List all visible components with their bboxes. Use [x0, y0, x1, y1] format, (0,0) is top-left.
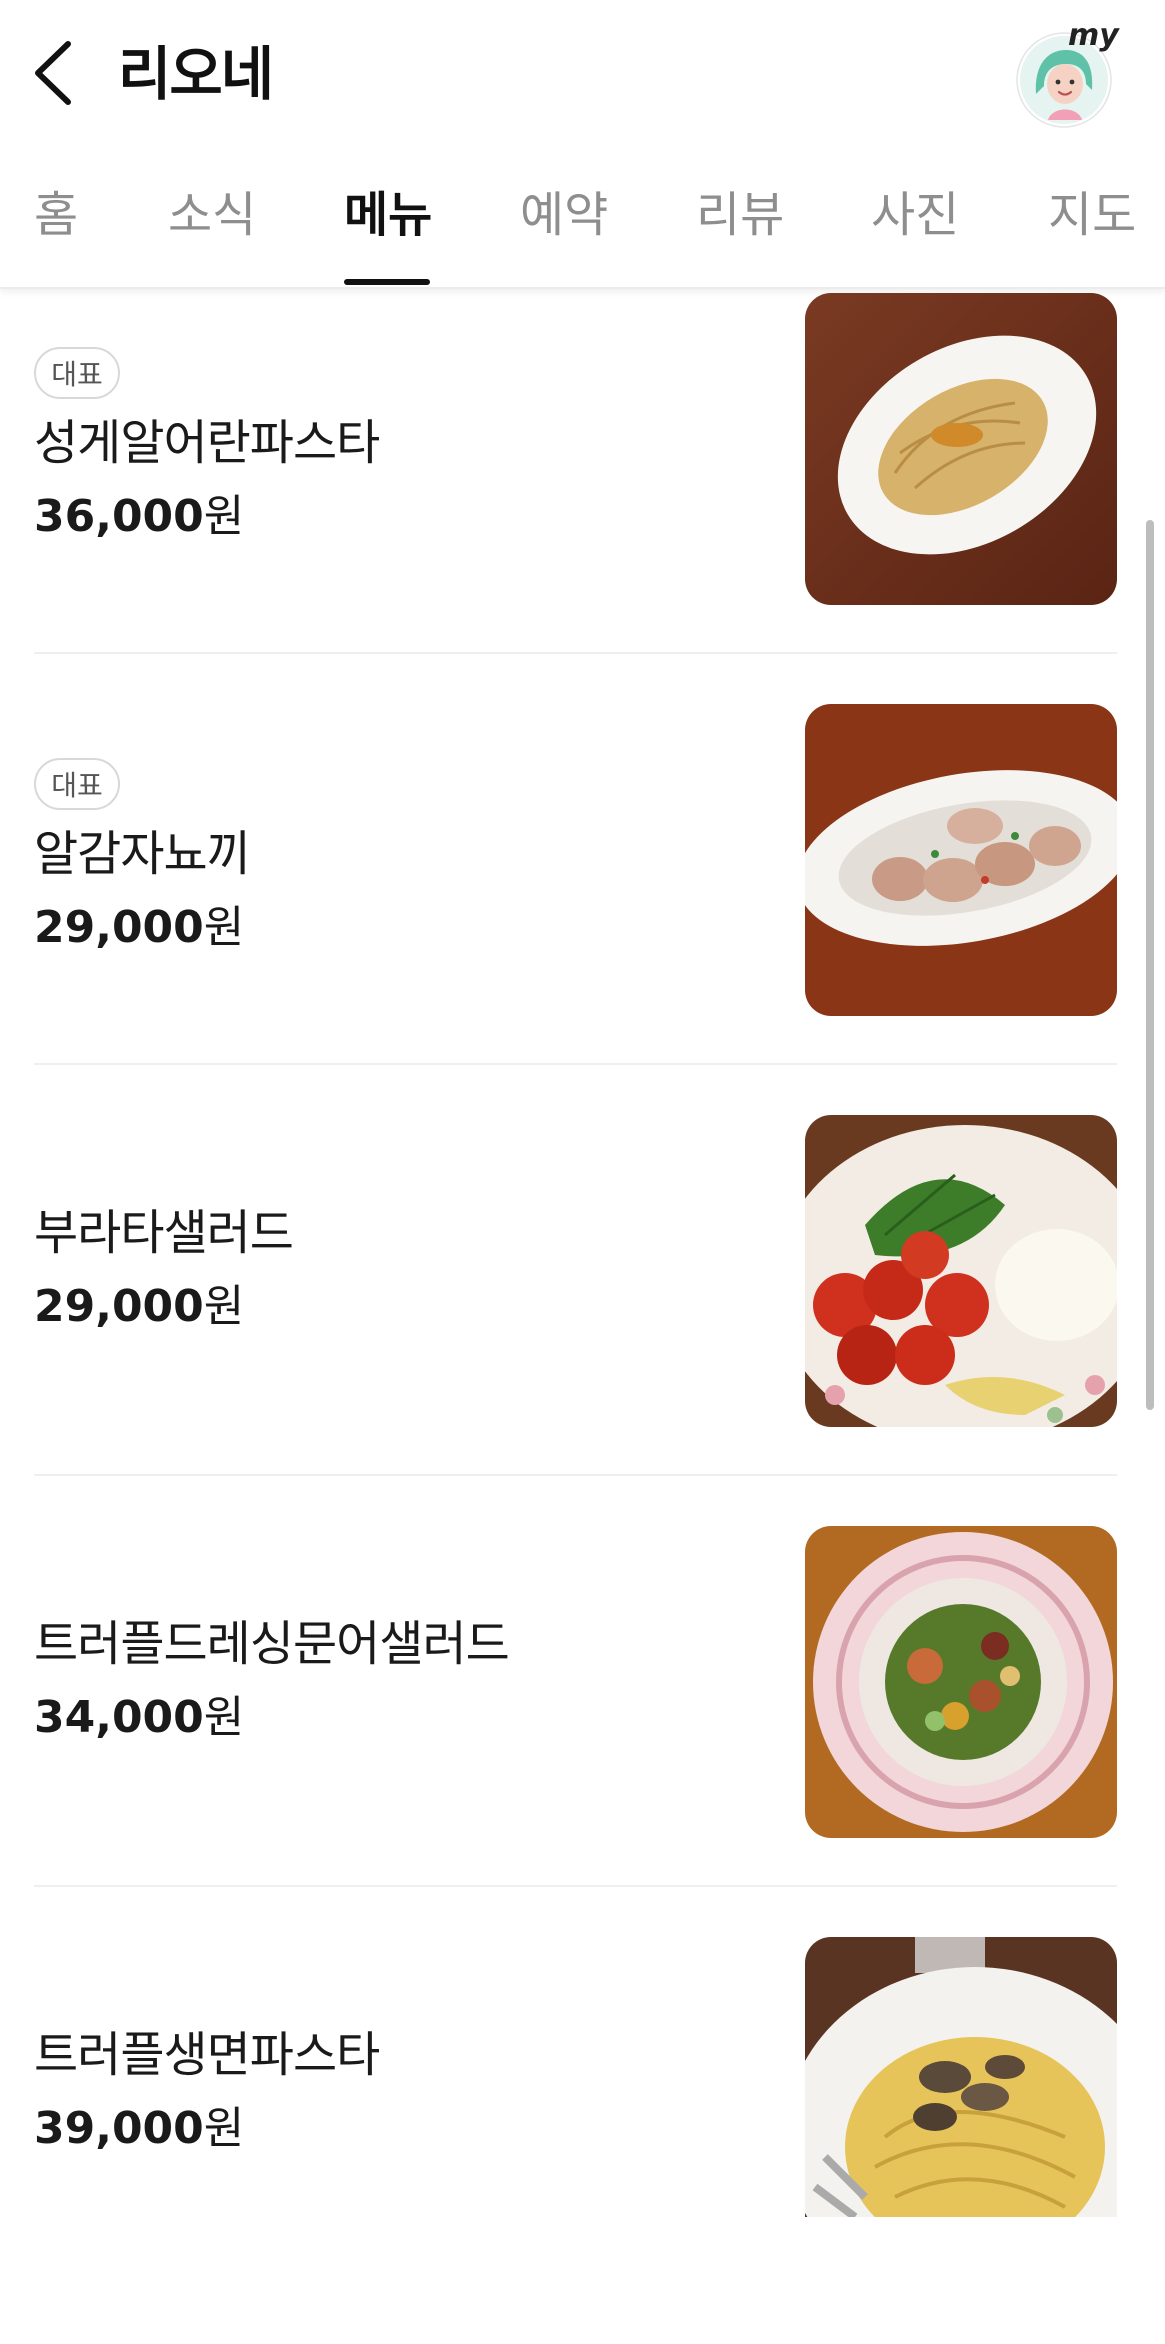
signature-badge: 대표 [34, 347, 120, 399]
my-profile-button[interactable]: my [1014, 18, 1119, 128]
menu-item-name: 트러플드레싱문어샐러드 [34, 1616, 510, 1672]
menu-item-price: 39,000원 [34, 2103, 245, 2154]
menu-item-photo[interactable] [805, 704, 1117, 1016]
menu-item-name: 알감자뇨끼 [34, 826, 251, 882]
divider [34, 652, 1117, 654]
menu-item-name: 트러플생면파스타 [34, 2027, 380, 2083]
my-label: my [1068, 18, 1119, 53]
tab-reviews[interactable]: 리뷰 [696, 180, 784, 250]
menu-item-price: 29,000원 [34, 1281, 245, 1332]
divider [34, 1885, 1117, 1887]
menu-item-photo[interactable] [805, 1937, 1117, 2217]
menu-item-photo[interactable] [805, 293, 1117, 605]
back-button[interactable] [28, 38, 80, 108]
page-title: 리오네 [118, 40, 274, 108]
menu-item[interactable]: 트러플생면파스타 39,000원 [0, 1933, 1165, 2344]
menu-item-name: 성게알어란파스타 [34, 415, 380, 471]
chevron-left-icon [35, 41, 71, 105]
menu-item[interactable]: 부라타샐러드 29,000원 [0, 1111, 1165, 1522]
tab-news[interactable]: 소식 [168, 180, 256, 250]
menu-item-name: 부라타샐러드 [34, 1205, 294, 1261]
menu-item-price: 36,000원 [34, 491, 245, 542]
menu-item-price: 34,000원 [34, 1692, 245, 1743]
tab-bar: 홈 소식 메뉴 예약 리뷰 사진 지도 [0, 150, 1165, 289]
tab-map[interactable]: 지도 [1048, 180, 1136, 250]
menu-item-price: 29,000원 [34, 902, 245, 953]
divider [34, 1474, 1117, 1476]
tab-photos[interactable]: 사진 [871, 180, 959, 250]
active-tab-indicator [344, 279, 430, 285]
divider [34, 1063, 1117, 1065]
tab-home[interactable]: 홈 [34, 180, 78, 250]
menu-item[interactable]: 트러플드레싱문어샐러드 34,000원 [0, 1522, 1165, 1933]
menu-item-photo[interactable] [805, 1526, 1117, 1838]
scrollbar[interactable] [1146, 520, 1154, 1410]
menu-item[interactable]: 대표 알감자뇨끼 29,000원 [0, 700, 1165, 1111]
menu-item-photo[interactable] [805, 1115, 1117, 1427]
menu-item[interactable]: 대표 성게알어란파스타 36,000원 [0, 289, 1165, 700]
signature-badge: 대표 [34, 758, 120, 810]
top-bar: 리오네 my [0, 0, 1165, 150]
tab-menu[interactable]: 메뉴 [344, 180, 432, 250]
tab-reservation[interactable]: 예약 [520, 180, 608, 250]
